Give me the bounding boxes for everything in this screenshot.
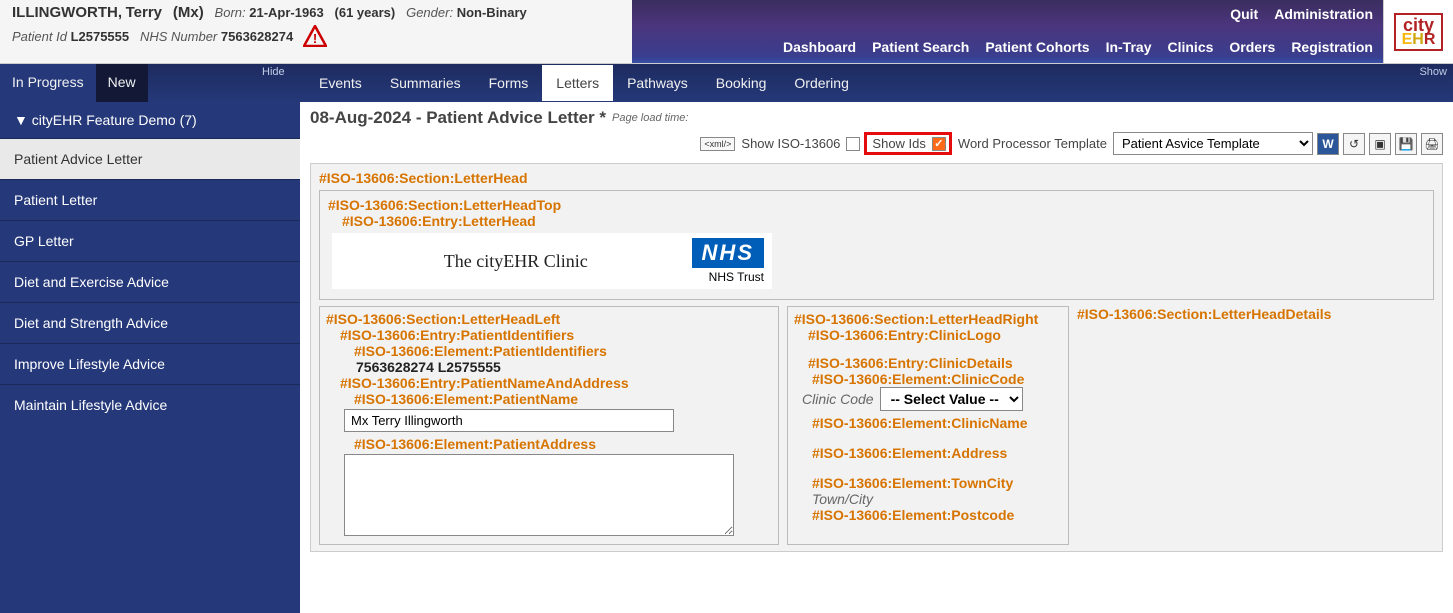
iso-elem-clinicname: #ISO-13606:Element:ClinicName <box>812 415 1062 431</box>
iso-elem-cliniccode: #ISO-13606:Element:ClinicCode <box>812 371 1062 387</box>
pid-value-text: 7563628274 L2575555 <box>356 359 772 375</box>
xml-button[interactable]: <xml/> <box>700 137 735 151</box>
patient-firstname: Terry <box>126 4 162 21</box>
nav-orders[interactable]: Orders <box>1229 39 1275 55</box>
patient-address-textarea[interactable] <box>344 454 734 536</box>
iso-elem-paddr: #ISO-13606:Element:PatientAddress <box>354 436 772 452</box>
show-ids-highlight: Show Ids ✓ <box>864 132 951 155</box>
show-iso-checkbox[interactable] <box>846 137 860 151</box>
patient-title: (Mx) <box>173 4 204 21</box>
iso-entry-letterhead: #ISO-13606:Entry:LetterHead <box>342 213 1425 229</box>
iso-section-details: #ISO-13606:Section:LetterHeadDetails <box>1077 306 1434 322</box>
iso-elem-pname: #ISO-13606:Element:PatientName <box>354 391 772 407</box>
iso-elem-address: #ISO-13606:Element:Address <box>812 445 1062 461</box>
patient-header: ILLINGWORTH, Terry (Mx) Born: 21-Apr-196… <box>0 0 632 63</box>
iso-entry-clinicdetails: #ISO-13606:Entry:ClinicDetails <box>808 355 1062 371</box>
age-value: (61 years) <box>335 5 396 20</box>
nav-dashboard[interactable]: Dashboard <box>783 39 856 55</box>
quit-link[interactable]: Quit <box>1230 6 1258 22</box>
iso-section-letterhead: #ISO-13606:Section:LetterHead <box>319 170 1434 186</box>
cliniccode-label: Clinic Code <box>802 391 874 407</box>
sidebar-item-diet-exercise[interactable]: Diet and Exercise Advice <box>0 261 300 302</box>
show-iso-label: Show ISO-13606 <box>741 136 840 151</box>
sidebar-item-patient-advice-letter[interactable]: Patient Advice Letter <box>0 138 300 179</box>
gender-value: Non-Binary <box>457 5 527 20</box>
iso-section-right: #ISO-13606:Section:LetterHeadRight <box>794 311 1062 327</box>
born-label: Born: <box>215 5 246 20</box>
show-toggle[interactable]: Show <box>1419 66 1447 78</box>
hide-toggle[interactable]: Hide <box>262 66 285 78</box>
iso-elem-towncity: #ISO-13606:Element:TownCity <box>812 475 1062 491</box>
logo-r: R <box>1424 31 1436 48</box>
menu-in-progress[interactable]: In Progress <box>0 64 96 102</box>
iso-entry-cliniclogo: #ISO-13606:Entry:ClinicLogo <box>808 327 1062 343</box>
pid-value: L2575555 <box>71 29 130 44</box>
reset-icon[interactable]: ↺ <box>1343 133 1365 155</box>
sidebar-item-gp-letter[interactable]: GP Letter <box>0 220 300 261</box>
nhs-value: 7563628274 <box>221 29 293 44</box>
show-ids-label: Show Ids <box>872 136 925 151</box>
wp-template-select[interactable]: Patient Asvice Template <box>1113 132 1313 155</box>
patient-surname: ILLINGWORTH, <box>12 4 122 21</box>
show-ids-checkbox[interactable]: ✓ <box>932 137 946 151</box>
gender-label: Gender: <box>406 5 453 20</box>
sidebar-item-diet-strength[interactable]: Diet and Strength Advice <box>0 302 300 343</box>
document-title: 08-Aug-2024 - Patient Advice Letter * <box>310 108 606 128</box>
born-value: 21-Apr-1963 <box>249 5 323 20</box>
menu-new[interactable]: New <box>96 64 148 102</box>
word-icon[interactable]: W <box>1317 133 1339 155</box>
admin-link[interactable]: Administration <box>1274 6 1373 22</box>
tab-ordering[interactable]: Ordering <box>780 65 862 101</box>
nav-in-tray[interactable]: In-Tray <box>1106 39 1152 55</box>
nav-patient-search[interactable]: Patient Search <box>872 39 969 55</box>
iso-elem-postcode: #ISO-13606:Element:Postcode <box>812 507 1062 523</box>
tab-forms[interactable]: Forms <box>475 65 543 101</box>
iso-section-letterheadtop: #ISO-13606:Section:LetterHeadTop <box>328 197 1425 213</box>
svg-text:!: ! <box>313 31 317 46</box>
logo-e: E <box>1402 31 1413 48</box>
sidebar-header[interactable]: ▼ cityEHR Feature Demo (7) <box>0 102 300 138</box>
nhs-logo: NHS <box>692 238 764 268</box>
sidebar-item-improve-lifestyle[interactable]: Improve Lifestyle Advice <box>0 343 300 384</box>
nhs-trust-label: NHS Trust <box>709 270 764 284</box>
patient-name-input[interactable] <box>344 409 674 432</box>
clinic-name: The cityEHR Clinic <box>340 251 692 272</box>
pidsub-label: Patient Id <box>12 29 67 44</box>
tab-booking[interactable]: Booking <box>702 65 781 101</box>
print-icon[interactable]: 🖨 <box>1421 133 1443 155</box>
cliniccode-select[interactable]: -- Select Value -- <box>880 387 1023 411</box>
tab-letters[interactable]: Letters <box>542 65 613 101</box>
nav-registration[interactable]: Registration <box>1291 39 1373 55</box>
page-load-label: Page load time: <box>612 112 688 124</box>
tab-pathways[interactable]: Pathways <box>613 65 702 101</box>
save-icon[interactable]: 💾 <box>1395 133 1417 155</box>
iso-elem-pid: #ISO-13606:Element:PatientIdentifiers <box>354 343 772 359</box>
clinic-banner: The cityEHR Clinic NHS NHS Trust <box>332 233 772 289</box>
sidebar: ▼ cityEHR Feature Demo (7) Patient Advic… <box>0 102 300 613</box>
nhs-label: NHS Number <box>140 29 217 44</box>
tab-events[interactable]: Events <box>305 65 376 101</box>
iso-entry-name-addr: #ISO-13606:Entry:PatientNameAndAddress <box>340 375 772 391</box>
wp-template-label: Word Processor Template <box>958 136 1107 151</box>
sidebar-item-patient-letter[interactable]: Patient Letter <box>0 179 300 220</box>
iso-entry-pid: #ISO-13606:Entry:PatientIdentifiers <box>340 327 772 343</box>
sidebar-item-maintain-lifestyle[interactable]: Maintain Lifestyle Advice <box>0 384 300 425</box>
iso-section-left: #ISO-13606:Section:LetterHeadLeft <box>326 311 772 327</box>
tab-summaries[interactable]: Summaries <box>376 65 475 101</box>
logo: city EHR <box>1383 0 1453 63</box>
nav-patient-cohorts[interactable]: Patient Cohorts <box>985 39 1089 55</box>
logo-h: H <box>1412 31 1424 48</box>
warning-icon: ! <box>303 25 327 50</box>
towncity-label: Town/City <box>812 491 1062 507</box>
publish-icon[interactable]: ▣ <box>1369 133 1391 155</box>
top-nav: Quit Administration Dashboard Patient Se… <box>632 0 1383 63</box>
nav-clinics[interactable]: Clinics <box>1167 39 1213 55</box>
